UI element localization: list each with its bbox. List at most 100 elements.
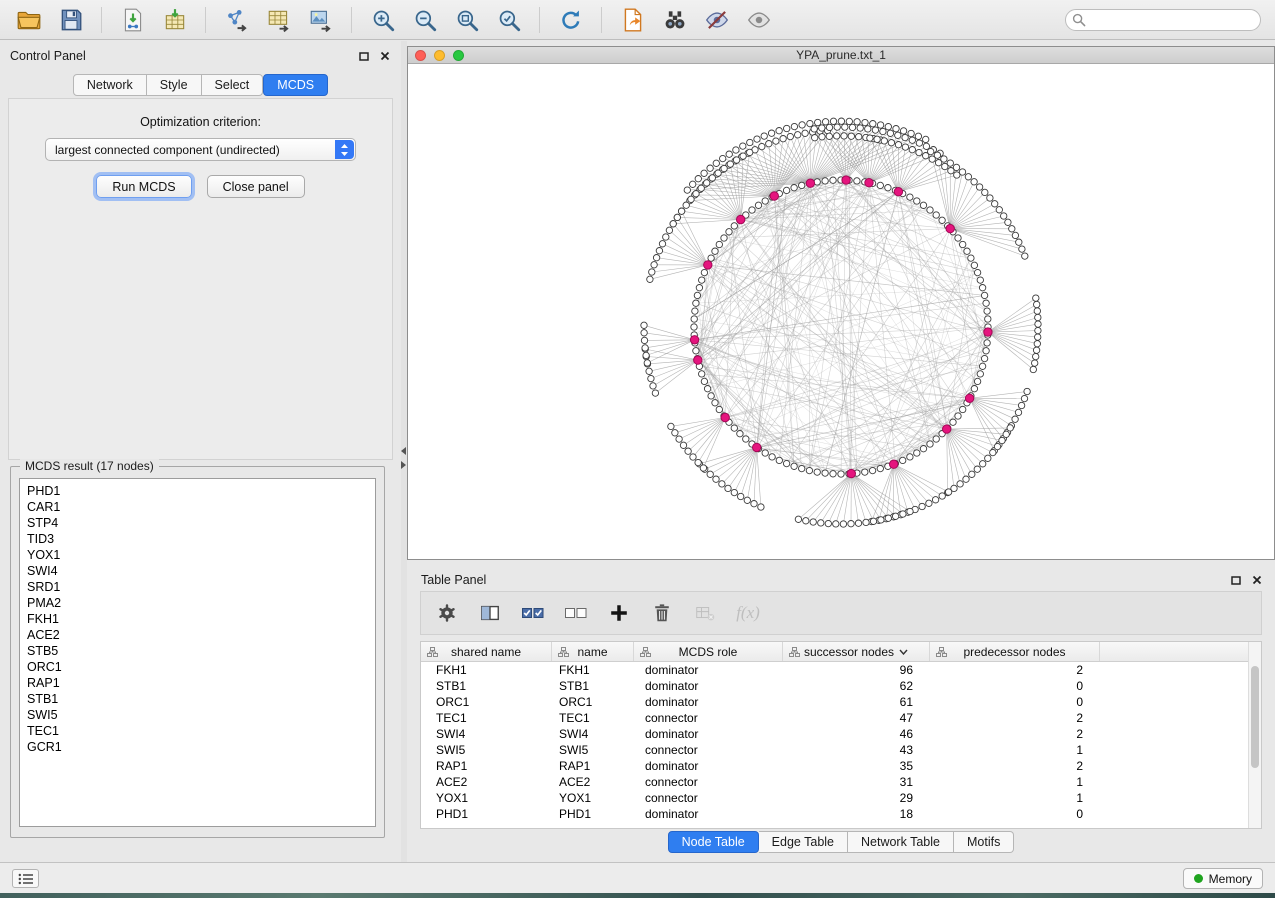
graph-node[interactable] [656,248,662,254]
graph-node[interactable] [854,119,860,125]
graph-node[interactable] [699,277,705,283]
graph-node[interactable] [977,371,983,377]
graph-node[interactable] [708,393,714,399]
graph-node[interactable] [815,119,821,125]
graph-node[interactable] [769,454,775,460]
graph-node[interactable] [914,450,920,456]
open-file-icon[interactable] [10,4,47,36]
graph-node[interactable] [977,277,983,283]
graph-node[interactable] [840,521,846,527]
graph-node[interactable] [646,368,652,374]
mcds-result-item[interactable]: STB1 [20,691,375,707]
graph-node[interactable] [856,134,862,140]
graph-node[interactable] [704,261,712,269]
graph-node[interactable] [694,292,700,298]
graph-node[interactable] [968,255,974,261]
graph-node[interactable] [960,241,966,247]
graph-node[interactable] [985,455,991,461]
graph-node[interactable] [1035,321,1041,327]
graph-node[interactable] [819,134,825,140]
graph-node[interactable] [672,430,678,436]
mcds-result-item[interactable]: CAR1 [20,499,375,515]
tab-motifs[interactable]: Motifs [954,831,1014,853]
graph-node[interactable] [806,179,814,187]
graph-node[interactable] [731,425,737,431]
graph-node[interactable] [693,191,699,197]
graph-node[interactable] [862,119,868,125]
graph-node[interactable] [885,124,891,130]
graph-node[interactable] [857,125,863,131]
graph-node[interactable] [737,431,743,437]
graph-node[interactable] [690,336,698,344]
graph-node[interactable] [865,126,871,132]
graph-node[interactable] [909,137,915,143]
mcds-result-item[interactable]: TEC1 [20,723,375,739]
graph-node[interactable] [643,352,649,358]
graph-node[interactable] [727,161,733,167]
graph-node[interactable] [888,140,894,146]
tab-mcds[interactable]: MCDS [263,74,328,96]
graph-node[interactable] [799,465,805,471]
column-header-name[interactable]: name [552,642,634,661]
mcds-result-item[interactable]: RAP1 [20,675,375,691]
graph-node[interactable] [1033,295,1039,301]
graph-node[interactable] [694,356,702,364]
graph-node[interactable] [759,143,765,149]
graph-node[interactable] [1005,219,1011,225]
graph-node[interactable] [834,133,840,139]
tab-select[interactable]: Select [202,74,264,96]
network-graph[interactable] [408,65,1274,559]
graph-node[interactable] [869,467,875,473]
graph-node[interactable] [927,441,933,447]
tab-network[interactable]: Network [73,74,147,96]
graph-node[interactable] [880,128,886,134]
delete-column-icon[interactable] [648,599,676,627]
graph-node[interactable] [1007,425,1013,431]
graph-node[interactable] [877,465,883,471]
graph-node[interactable] [971,386,977,392]
graph-node[interactable] [979,363,985,369]
mcds-result-item[interactable]: TID3 [20,531,375,547]
graph-node[interactable] [907,508,913,514]
tab-node-table[interactable]: Node Table [668,831,759,853]
graph-node[interactable] [981,355,987,361]
graph-node[interactable] [920,446,926,452]
graph-node[interactable] [887,130,893,136]
graph-node[interactable] [846,118,852,124]
graph-node[interactable] [867,135,873,141]
graph-node[interactable] [974,378,980,384]
graph-node[interactable] [885,185,891,191]
graph-node[interactable] [704,386,710,392]
graph-node[interactable] [877,122,883,128]
graph-node[interactable] [834,124,840,130]
export-document-icon[interactable] [614,4,651,36]
window-close-button[interactable] [415,50,426,61]
graph-node[interactable] [715,170,721,176]
graph-node[interactable] [721,165,727,171]
graph-node[interactable] [916,140,922,146]
graph-node[interactable] [791,123,797,129]
graph-node[interactable] [810,519,816,525]
graph-node[interactable] [943,425,951,433]
graph-node[interactable] [761,133,767,139]
fit-content-icon[interactable] [448,4,485,36]
graph-node[interactable] [653,255,659,261]
graph-node[interactable] [676,436,682,442]
graph-node[interactable] [780,136,786,142]
graph-node[interactable] [892,513,898,519]
graph-node[interactable] [784,125,790,131]
zoom-selected-icon[interactable] [490,4,527,36]
graph-node[interactable] [822,178,828,184]
graph-node[interactable] [863,519,869,525]
graph-node[interactable] [983,348,989,354]
close-panel-icon[interactable] [1251,574,1263,586]
show-graphics-details-icon[interactable] [740,4,777,36]
graph-node[interactable] [740,153,746,159]
graph-node[interactable] [919,503,925,509]
graph-node[interactable] [795,132,801,138]
graph-node[interactable] [900,457,906,463]
graph-node[interactable] [791,185,797,191]
graph-node[interactable] [773,138,779,144]
graph-node[interactable] [895,132,901,138]
graph-node[interactable] [979,285,985,291]
